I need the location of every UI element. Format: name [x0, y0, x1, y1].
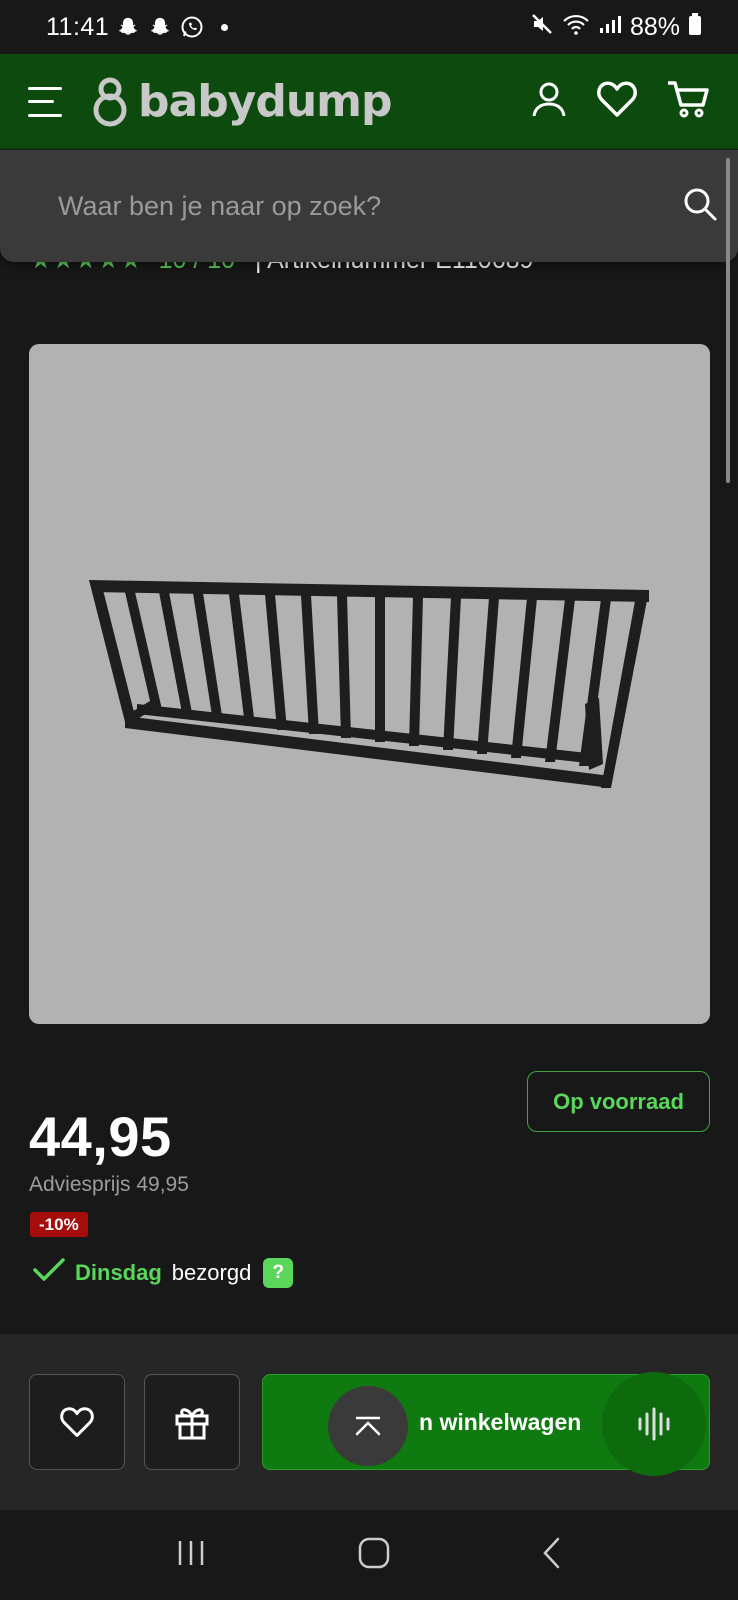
product-action-bar: n winkelwagen — [0, 1334, 738, 1510]
page-scrollbar[interactable] — [726, 158, 730, 483]
snapchat-icon — [115, 14, 141, 40]
recent-apps-icon[interactable] — [174, 1538, 208, 1573]
cart-icon[interactable] — [666, 79, 710, 124]
status-time: 11:41 — [46, 12, 110, 41]
search-input[interactable]: Waar ben je naar op zoek? — [58, 191, 381, 222]
delivery-help-button[interactable]: ? — [263, 1258, 294, 1288]
add-to-wishlist-button[interactable] — [29, 1374, 125, 1470]
back-icon[interactable] — [540, 1536, 564, 1575]
advice-price: Adviesprijs 49,95 — [29, 1173, 189, 1196]
notification-dot — [221, 23, 229, 31]
soundwave-icon — [638, 1407, 670, 1441]
delivery-info: Dinsdag bezorgd ? — [33, 1257, 294, 1289]
home-icon[interactable] — [357, 1536, 391, 1575]
bed-rail-illustration — [89, 580, 649, 788]
product-price: 44,95 — [29, 1105, 172, 1168]
signal-icon — [598, 12, 622, 43]
whatsapp-icon — [179, 14, 205, 40]
battery-icon — [688, 12, 702, 43]
search-bar[interactable]: Waar ben je naar op zoek? — [0, 150, 738, 262]
heart-icon — [60, 1407, 94, 1437]
stock-status-badge: Op voorraad — [527, 1071, 710, 1132]
babydump-logo[interactable]: babydump — [90, 76, 393, 127]
voice-assistant-button[interactable] — [602, 1372, 706, 1476]
logo-text: babydump — [138, 76, 393, 127]
search-icon[interactable] — [682, 186, 718, 227]
gift-button[interactable] — [144, 1374, 240, 1470]
add-to-cart-label: n winkelwagen — [419, 1408, 582, 1435]
site-header: babydump — [0, 54, 738, 149]
status-bar: 11:41 88% — [0, 0, 738, 54]
scroll-to-top-button[interactable] — [328, 1386, 408, 1466]
battery-percentage: 88% — [629, 12, 680, 41]
checkmark-icon — [33, 1257, 65, 1289]
delivery-text: bezorgd — [171, 1260, 252, 1285]
gift-icon — [175, 1408, 209, 1440]
wifi-icon — [562, 12, 590, 43]
account-icon[interactable] — [530, 80, 568, 123]
snapchat-icon — [147, 14, 173, 40]
chevron-up-icon — [355, 1416, 381, 1436]
wishlist-heart-icon[interactable] — [596, 80, 638, 123]
system-navigation-bar — [0, 1510, 738, 1600]
logo-icon — [93, 77, 127, 126]
delivery-day: Dinsdag — [75, 1260, 162, 1285]
discount-badge: -10% — [30, 1212, 88, 1237]
mute-icon — [530, 12, 554, 43]
hamburger-menu-icon[interactable] — [28, 86, 62, 117]
product-image[interactable] — [29, 344, 710, 1024]
